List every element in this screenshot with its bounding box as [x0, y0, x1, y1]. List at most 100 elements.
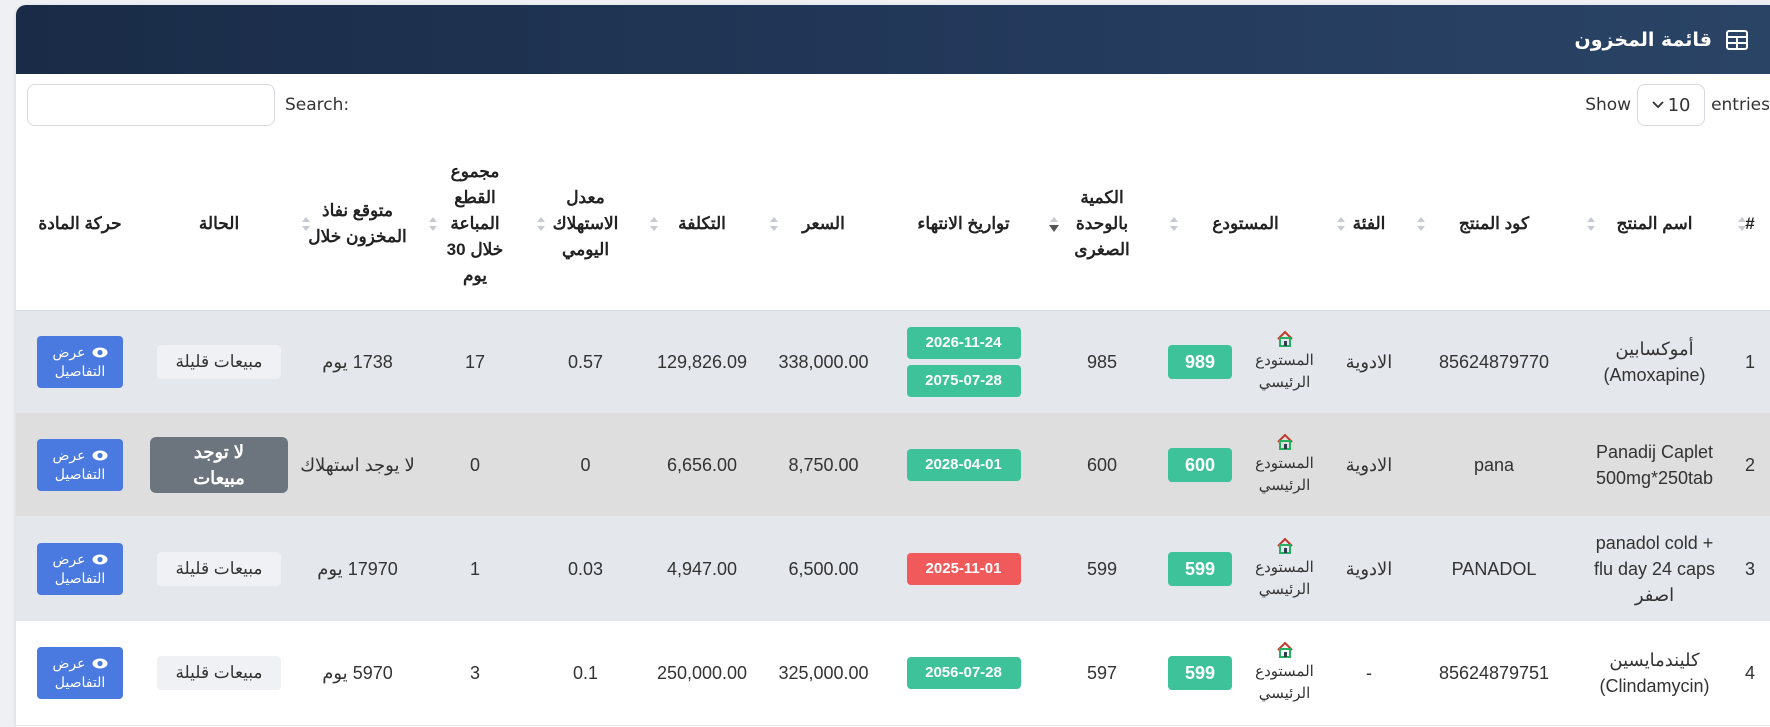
expiry-date-badge: 2028-04-01	[906, 448, 1021, 481]
product-category: -	[1329, 621, 1409, 726]
column-header-daily-rate[interactable]: معدل الاستهلاك اليومي	[529, 138, 642, 311]
sold-30-days: 1	[421, 516, 529, 621]
table-row: 2 Panadij Caplet 500mg*250tab pana الادو…	[16, 413, 1770, 516]
column-header-num[interactable]: #	[1730, 138, 1770, 311]
warehouse-cell: المستودع الرئيسي 989	[1162, 310, 1329, 413]
view-details-button[interactable]: عرض التفاصيل	[37, 646, 123, 699]
eye-icon	[92, 347, 108, 358]
row-number: 1	[1730, 310, 1770, 413]
sort-icon	[1170, 216, 1178, 231]
expiry-dates-cell: 2026-11-24 2075-07-28	[885, 310, 1042, 413]
action-cell: عرض التفاصيل	[16, 310, 144, 413]
warehouse-qty-badge: 989	[1168, 344, 1232, 379]
daily-rate: 0.57	[529, 310, 642, 413]
entries-select-value: 10	[1667, 94, 1691, 116]
expiry-date-badge: 2075-07-28	[906, 364, 1021, 397]
eye-icon	[92, 658, 108, 669]
warehouse-qty-badge: 600	[1168, 447, 1232, 482]
view-details-button[interactable]: عرض التفاصيل	[37, 542, 123, 595]
view-details-button[interactable]: عرض التفاصيل	[37, 438, 123, 491]
qty-small-unit: 985	[1042, 310, 1162, 413]
column-header-sold-30-days[interactable]: مجموع القطع المباعة خلال 30 يوم	[421, 138, 529, 311]
action-cell: عرض التفاصيل	[16, 516, 144, 621]
price: 338,000.00	[762, 310, 885, 413]
table-icon	[1726, 29, 1748, 50]
home-icon	[1276, 641, 1293, 658]
warehouse-name: المستودع الرئيسي	[1255, 454, 1314, 494]
product-name: أموكسابين (Amoxapine)	[1579, 310, 1730, 413]
status-badge: لا توجد مبيعات	[150, 436, 288, 493]
price: 325,000.00	[762, 621, 885, 726]
status-cell: مبيعات قليلة	[144, 621, 294, 726]
column-header-product-code[interactable]: كود المنتج	[1409, 138, 1579, 311]
column-header-status: الحالة	[144, 138, 294, 311]
sort-icon	[429, 216, 437, 231]
warehouse-qty-badge: 599	[1168, 551, 1232, 586]
table-header-row: # اسم المنتج كود المنتج الفئة المستودع ا…	[16, 138, 1770, 311]
action-cell: عرض التفاصيل	[16, 413, 144, 516]
sort-icon	[1417, 216, 1425, 231]
price: 8,750.00	[762, 413, 885, 516]
row-number: 4	[1730, 621, 1770, 726]
column-header-price[interactable]: السعر	[762, 138, 885, 311]
eye-icon	[92, 554, 108, 564]
card-header: قائمة المخزون	[16, 5, 1770, 74]
column-header-cost[interactable]: التكلفة	[642, 138, 762, 311]
show-label: Show	[1585, 95, 1632, 115]
expiry-dates-cell: 2025-11-01	[885, 516, 1042, 621]
daily-rate: 0.1	[529, 621, 642, 726]
product-code: pana	[1409, 413, 1579, 516]
qty-small-unit: 600	[1042, 413, 1162, 516]
sort-icon	[1337, 216, 1345, 231]
product-name: كليندمايسين (Clindamycin)	[1579, 621, 1730, 726]
status-cell: مبيعات قليلة	[144, 516, 294, 621]
depletion: 17970 يوم	[294, 516, 421, 621]
column-header-depletion[interactable]: متوقع نفاذ المخزون خلال	[294, 138, 421, 311]
warehouse-name: المستودع الرئيسي	[1255, 351, 1314, 391]
status-badge: مبيعات قليلة	[157, 655, 281, 690]
expiry-date-badge: 2026-11-24	[906, 326, 1021, 359]
expiry-date-badge-expired: 2025-11-01	[906, 552, 1021, 585]
product-category: الادوية	[1329, 413, 1409, 516]
sort-active-icon	[1049, 216, 1059, 232]
product-name: Panadij Caplet 500mg*250tab	[1579, 413, 1730, 516]
column-header-product-name[interactable]: اسم المنتج	[1579, 138, 1730, 311]
sort-icon	[650, 216, 658, 231]
search-control: Search:	[27, 84, 349, 126]
status-cell: مبيعات قليلة	[144, 310, 294, 413]
column-header-qty-small-unit[interactable]: الكمية بالوحدة الصغرى	[1042, 138, 1162, 311]
column-header-warehouse[interactable]: المستودع	[1162, 138, 1329, 311]
sort-icon	[302, 216, 310, 231]
table-row: 1 أموكسابين (Amoxapine) 85624879770 الاد…	[16, 310, 1770, 413]
home-icon	[1276, 537, 1293, 554]
sort-icon	[770, 216, 778, 231]
entries-label: entries	[1711, 95, 1770, 115]
view-details-button[interactable]: عرض التفاصيل	[37, 335, 123, 388]
status-badge: مبيعات قليلة	[157, 551, 281, 586]
home-icon	[1276, 330, 1293, 347]
cost: 129,826.09	[642, 310, 762, 413]
cost: 250,000.00	[642, 621, 762, 726]
warehouse-name: المستودع الرئيسي	[1255, 558, 1314, 598]
expiry-dates-cell: 2028-04-01	[885, 413, 1042, 516]
daily-rate: 0.03	[529, 516, 642, 621]
search-input[interactable]	[27, 84, 275, 126]
product-code: 85624879751	[1409, 621, 1579, 726]
table-controls: Show 10 entries Search:	[16, 74, 1770, 138]
entries-select[interactable]: 10	[1637, 84, 1706, 126]
sort-icon	[1738, 216, 1746, 231]
expiry-date-badge: 2056-07-28	[906, 656, 1021, 689]
sold-30-days: 17	[421, 310, 529, 413]
daily-rate: 0	[529, 413, 642, 516]
cost: 4,947.00	[642, 516, 762, 621]
product-code: 85624879770	[1409, 310, 1579, 413]
column-header-item-movement: حركة المادة	[16, 138, 144, 311]
column-header-expiry-dates: تواريخ الانتهاء	[885, 138, 1042, 311]
inventory-table: # اسم المنتج كود المنتج الفئة المستودع ا…	[16, 138, 1770, 726]
expiry-dates-cell: 2056-07-28	[885, 621, 1042, 726]
warehouse-cell: المستودع الرئيسي 599	[1162, 621, 1329, 726]
warehouse-name: المستودع الرئيسي	[1255, 662, 1314, 702]
column-header-category[interactable]: الفئة	[1329, 138, 1409, 311]
table-row: 3 panadol cold + flu day 24 caps اصفر PA…	[16, 516, 1770, 621]
depletion: 5970 يوم	[294, 621, 421, 726]
